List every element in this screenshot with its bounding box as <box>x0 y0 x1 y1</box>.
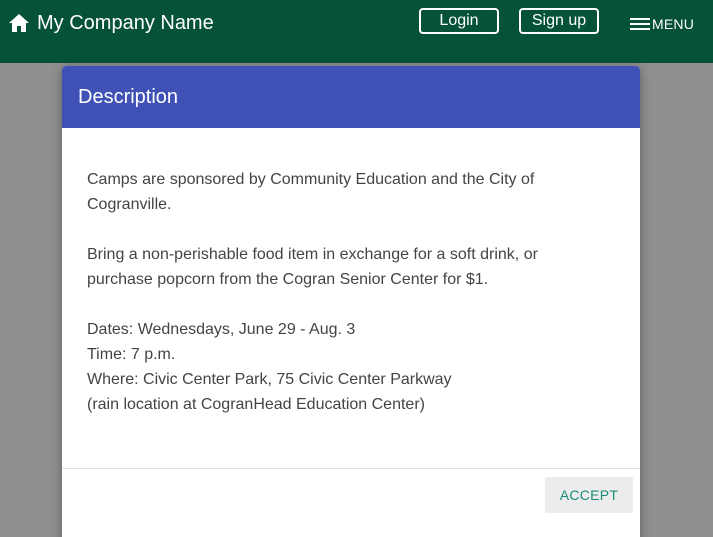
accept-button[interactable]: ACCEPT <box>545 477 633 513</box>
description-dialog: Description Camps are sponsored by Commu… <box>62 66 640 537</box>
login-button[interactable]: Login <box>419 8 499 34</box>
description-line: Bring a non-perishable food item in exch… <box>87 246 538 263</box>
top-navbar: My Company Name Login Sign up MENU <box>0 0 713 63</box>
description-line: Camps are sponsored by Community Educati… <box>87 171 535 188</box>
description-line: Cogranville. <box>87 196 172 213</box>
menu-label: MENU <box>652 16 695 32</box>
hamburger-icon <box>630 16 650 32</box>
dialog-body: Camps are sponsored by Community Educati… <box>87 167 607 417</box>
description-line: purchase popcorn from the Cogran Senior … <box>87 271 489 288</box>
event-dates: Dates: Wednesdays, June 29 - Aug. 3 <box>87 321 356 338</box>
brand-link[interactable]: My Company Name <box>8 9 214 37</box>
event-details: Dates: Wednesdays, June 29 - Aug. 3 Time… <box>87 317 607 417</box>
description-paragraph: Bring a non-perishable food item in exch… <box>87 242 607 292</box>
event-time: Time: 7 p.m. <box>87 346 176 363</box>
dialog-divider <box>62 468 640 469</box>
signup-button[interactable]: Sign up <box>519 8 599 34</box>
description-paragraph: Camps are sponsored by Community Educati… <box>87 167 607 217</box>
brand-name: My Company Name <box>37 11 214 34</box>
dialog-title: Description <box>78 86 179 108</box>
dialog-header: Description <box>62 66 640 128</box>
menu-button[interactable]: MENU <box>630 14 694 34</box>
event-rain-location: (rain location at CogranHead Education C… <box>87 396 425 413</box>
home-icon <box>8 13 30 33</box>
event-location: Where: Civic Center Park, 75 Civic Cente… <box>87 371 452 388</box>
